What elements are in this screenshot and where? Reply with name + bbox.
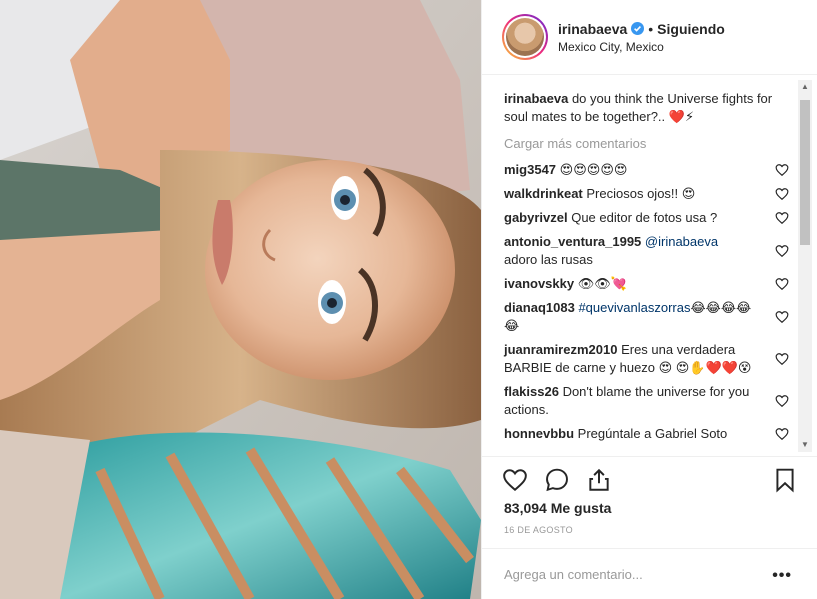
comment-row: juanramirezm2010 Eres una verdadera BARB… <box>504 341 789 377</box>
post-header: irinabaeva • Siguiendo Mexico City, Mexi… <box>482 0 817 75</box>
load-more-comments-button[interactable]: Cargar más comentarios <box>504 136 789 151</box>
comment-username[interactable]: ivanovskky <box>504 276 574 291</box>
header-username[interactable]: irinabaeva <box>558 21 627 37</box>
post-photo[interactable] <box>0 0 481 599</box>
comment-text: 👁👁💘 <box>577 276 627 291</box>
comment-like-heart-icon[interactable] <box>775 277 789 291</box>
location-link[interactable]: Mexico City, Mexico <box>558 40 725 54</box>
avatar[interactable] <box>502 14 548 60</box>
following-button[interactable]: Siguiendo <box>657 21 725 37</box>
comment-username[interactable]: flakiss26 <box>504 384 559 399</box>
comment-text: Preciosos ojos!! 😍 <box>586 186 696 201</box>
comment-username[interactable]: walkdrinkeat <box>504 186 583 201</box>
likes-count[interactable]: 83,094 Me gusta <box>504 500 611 516</box>
comment-hashtag-link[interactable]: #quevivanlaszorras <box>578 300 690 315</box>
add-comment-bar: ••• <box>482 548 817 599</box>
comment-row: walkdrinkeat Preciosos ojos!! 😍 <box>504 185 789 203</box>
add-comment-input[interactable] <box>504 566 744 582</box>
comment-text: Pregúntale a Gabriel Soto <box>577 426 728 441</box>
comment-like-heart-icon[interactable] <box>775 427 789 441</box>
comment-row: flakiss26 Don't blame the universe for y… <box>504 383 789 419</box>
comment-username[interactable]: gabyrivzel <box>504 210 568 225</box>
comment-text: 😍😍😍😍😍 <box>559 162 628 177</box>
comment-username[interactable]: dianaq1083 <box>504 300 575 315</box>
action-bar <box>482 456 817 500</box>
comment-text: adoro las rusas <box>504 252 593 267</box>
verified-badge-icon <box>631 22 645 35</box>
comments-scrollbar[interactable]: ▲ ▼ <box>798 80 812 452</box>
heart-icon[interactable] <box>502 467 528 493</box>
caption-username[interactable]: irinabaeva <box>504 91 568 106</box>
comment-like-heart-icon[interactable] <box>775 187 789 201</box>
more-options-button[interactable]: ••• <box>772 567 792 585</box>
caption: irinabaeva do you think the Universe fig… <box>504 90 789 126</box>
bookmark-icon[interactable] <box>772 467 798 493</box>
selfie-photo-image <box>0 0 481 599</box>
comment-like-heart-icon[interactable] <box>775 244 789 258</box>
scroll-thumb[interactable] <box>800 100 810 245</box>
separator-dot: • <box>648 20 654 37</box>
comment-username[interactable]: juanramirezm2010 <box>504 342 617 357</box>
comment-text: Que editor de fotos usa ? <box>571 210 718 225</box>
scroll-up-arrow[interactable]: ▲ <box>798 80 812 94</box>
post-side-panel: irinabaeva • Siguiendo Mexico City, Mexi… <box>481 0 817 599</box>
instagram-post-modal: irinabaeva • Siguiendo Mexico City, Mexi… <box>0 0 817 599</box>
comment-row: honnevbbu Pregúntale a Gabriel Soto <box>504 425 789 443</box>
comment-like-heart-icon[interactable] <box>775 310 789 324</box>
comments-section[interactable]: irinabaeva do you think the Universe fig… <box>482 76 817 456</box>
comment-row: gabyrivzel Que editor de fotos usa ? <box>504 209 789 227</box>
comment-username[interactable]: honnevbbu <box>504 426 574 441</box>
avatar-image <box>506 18 544 56</box>
comment-like-heart-icon[interactable] <box>775 394 789 408</box>
share-icon[interactable] <box>586 467 612 493</box>
comment-row: mig3547 😍😍😍😍😍 <box>504 161 789 179</box>
comment-like-heart-icon[interactable] <box>775 163 789 177</box>
comment-like-heart-icon[interactable] <box>775 211 789 225</box>
comment-like-heart-icon[interactable] <box>775 352 789 366</box>
comment-username[interactable]: mig3547 <box>504 162 556 177</box>
comment-username[interactable]: antonio_ventura_1995 <box>504 234 641 249</box>
scroll-down-arrow[interactable]: ▼ <box>798 438 812 452</box>
comment-row: antonio_ventura_1995 @irinabaeva adoro l… <box>504 233 789 269</box>
comment-row: ivanovskky 👁👁💘 <box>504 275 789 293</box>
comment-bubble-icon[interactable] <box>544 467 570 493</box>
comment-mention-link[interactable]: @irinabaeva <box>645 234 718 249</box>
post-date: 16 DE AGOSTO <box>504 525 573 535</box>
comment-row: dianaq1083 #quevivanlaszorras😂😂😂😂😂 <box>504 299 789 335</box>
